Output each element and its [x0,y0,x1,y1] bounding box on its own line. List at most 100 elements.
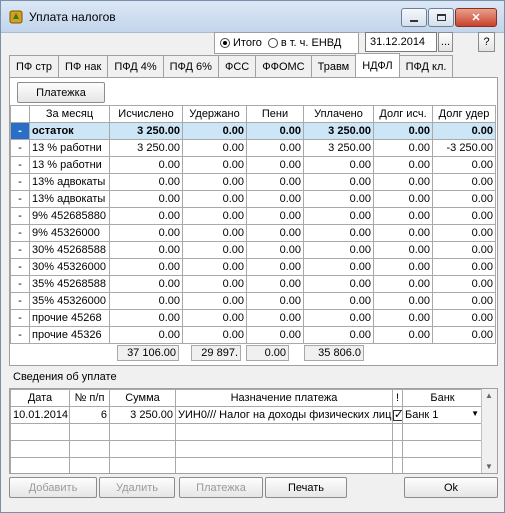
cell-debt-calc[interactable]: 0.00 [373,122,433,140]
cell-debt-withheld[interactable]: 0.00 [432,258,496,276]
payment-number[interactable]: 6 [69,406,110,424]
cell-debt-calc[interactable]: 0.00 [373,275,433,293]
cell-debt-calc[interactable]: 0.00 [373,173,433,191]
header-paid[interactable]: Уплачено [303,105,374,123]
cell-paid[interactable]: 0.00 [303,292,374,310]
header-number[interactable]: № п/п [69,389,110,407]
cell-debt-withheld[interactable]: 0.00 [432,122,496,140]
cell-withheld[interactable]: 0.00 [182,139,247,157]
minimize-button[interactable] [401,8,427,27]
cell-penalty[interactable]: 0.00 [246,241,304,259]
cell-paid[interactable]: 0.00 [303,224,374,242]
table-row[interactable]: - 13% адвокаты 0.00 0.00 0.00 0.00 0.00 … [10,190,496,208]
header-penalty[interactable]: Пени [246,105,304,123]
table-row[interactable]: - 35% 45268588 0.00 0.00 0.00 0.00 0.00 … [10,275,496,293]
cell-debt-withheld[interactable]: 0.00 [432,207,496,225]
table-row[interactable]: - остаток 3 250.00 0.00 0.00 3 250.00 0.… [10,122,496,140]
cell-debt-calc[interactable]: 0.00 [373,207,433,225]
header-sum[interactable]: Сумма [109,389,176,407]
table-row[interactable]: - 35% 45326000 0.00 0.00 0.00 0.00 0.00 … [10,292,496,310]
cell-month[interactable]: 9% 452685880 [29,207,110,225]
cell-debt-withheld[interactable]: -3 250.00 [432,139,496,157]
cell-withheld[interactable]: 0.00 [182,190,247,208]
tab-pfd-6[interactable]: ПФД 6% [162,55,219,77]
cell-debt-calc[interactable]: 0.00 [373,224,433,242]
cell-paid[interactable]: 3 250.00 [303,122,374,140]
table-row[interactable]: - прочие 45326 0.00 0.00 0.00 0.00 0.00 … [10,326,496,344]
cell-withheld[interactable]: 0.00 [182,258,247,276]
cell-calculated[interactable]: 3 250.00 [109,122,183,140]
delete-button[interactable]: Удалить [99,477,175,498]
cell-debt-withheld[interactable]: 0.00 [432,326,496,344]
help-button[interactable]: ? [478,32,495,52]
cell-calculated[interactable]: 0.00 [109,275,183,293]
cell-debt-withheld[interactable]: 0.00 [432,309,496,327]
cell-month[interactable]: 13 % работни [29,156,110,174]
cell-debt-calc[interactable]: 0.00 [373,139,433,157]
cell-paid[interactable]: 0.00 [303,156,374,174]
cell-month[interactable]: 9% 45326000 [29,224,110,242]
table-row[interactable]: - 9% 45326000 0.00 0.00 0.00 0.00 0.00 0… [10,224,496,242]
cell-calculated[interactable]: 0.00 [109,207,183,225]
cell-calculated[interactable]: 0.00 [109,326,183,344]
header-bank[interactable]: Банк [402,389,483,407]
cell-paid[interactable]: 0.00 [303,190,374,208]
cell-month[interactable]: прочие 45326 [29,326,110,344]
tab-fss[interactable]: ФСС [217,55,257,77]
date-browse-button[interactable]: ... [438,32,453,52]
header-month[interactable]: За месяц [29,105,110,123]
cell-penalty[interactable]: 0.00 [246,292,304,310]
cell-debt-calc[interactable]: 0.00 [373,156,433,174]
header-debt-withheld[interactable]: Долг удер [432,105,496,123]
header-date[interactable]: Дата [10,389,70,407]
radio-total[interactable]: Итого [220,37,262,49]
cell-calculated[interactable]: 0.00 [109,258,183,276]
header-calculated[interactable]: Исчислено [109,105,183,123]
cell-calculated[interactable]: 3 250.00 [109,139,183,157]
cell-withheld[interactable]: 0.00 [182,309,247,327]
radio-envd[interactable]: в т. ч. ЕНВД [267,37,341,49]
cell-withheld[interactable]: 0.00 [182,275,247,293]
tab-ffoms[interactable]: ФФОМС [255,55,312,77]
cell-withheld[interactable]: 0.00 [182,241,247,259]
payment-purpose[interactable]: УИН0/// Налог на доходы физических лиц [175,406,393,424]
add-button[interactable]: Добавить [9,477,97,498]
cell-calculated[interactable]: 0.00 [109,190,183,208]
cell-withheld[interactable]: 0.00 [182,173,247,191]
cell-debt-calc[interactable]: 0.00 [373,309,433,327]
tab-pfd-4[interactable]: ПФД 4% [107,55,164,77]
cell-penalty[interactable]: 0.00 [246,156,304,174]
cell-debt-calc[interactable]: 0.00 [373,292,433,310]
payments-scrollbar[interactable]: ▲ ▼ [481,389,497,473]
cell-month[interactable]: 30% 45326000 [29,258,110,276]
payment-sum[interactable]: 3 250.00 [109,406,176,424]
cell-calculated[interactable]: 0.00 [109,292,183,310]
cell-penalty[interactable]: 0.00 [246,190,304,208]
cell-debt-withheld[interactable]: 0.00 [432,275,496,293]
cell-penalty[interactable]: 0.00 [246,275,304,293]
tab-pf-str[interactable]: ПФ стр [9,55,59,77]
header-withheld[interactable]: Удержано [182,105,247,123]
table-row[interactable]: - 13 % работни 0.00 0.00 0.00 0.00 0.00 … [10,156,496,174]
cell-penalty[interactable]: 0.00 [246,224,304,242]
header-flag[interactable]: ! [392,389,403,407]
table-row[interactable]: - 13% адвокаты 0.00 0.00 0.00 0.00 0.00 … [10,173,496,191]
cell-debt-withheld[interactable]: 0.00 [432,292,496,310]
cell-calculated[interactable]: 0.00 [109,241,183,259]
scroll-up-icon[interactable]: ▲ [485,391,493,400]
cell-withheld[interactable]: 0.00 [182,326,247,344]
tab-ndfl[interactable]: НДФЛ [355,53,400,77]
payment-order-bottom-button[interactable]: Платежка [179,477,263,498]
maximize-button[interactable] [428,8,454,27]
cell-paid[interactable]: 3 250.00 [303,139,374,157]
payment-date[interactable]: 10.01.2014 [10,406,70,424]
cell-paid[interactable]: 0.00 [303,258,374,276]
cell-withheld[interactable]: 0.00 [182,207,247,225]
cell-withheld[interactable]: 0.00 [182,156,247,174]
cell-month[interactable]: 35% 45326000 [29,292,110,310]
payment-flag-checkbox[interactable] [393,408,402,421]
cell-paid[interactable]: 0.00 [303,275,374,293]
cell-penalty[interactable]: 0.00 [246,258,304,276]
cell-withheld[interactable]: 0.00 [182,292,247,310]
cell-penalty[interactable]: 0.00 [246,326,304,344]
